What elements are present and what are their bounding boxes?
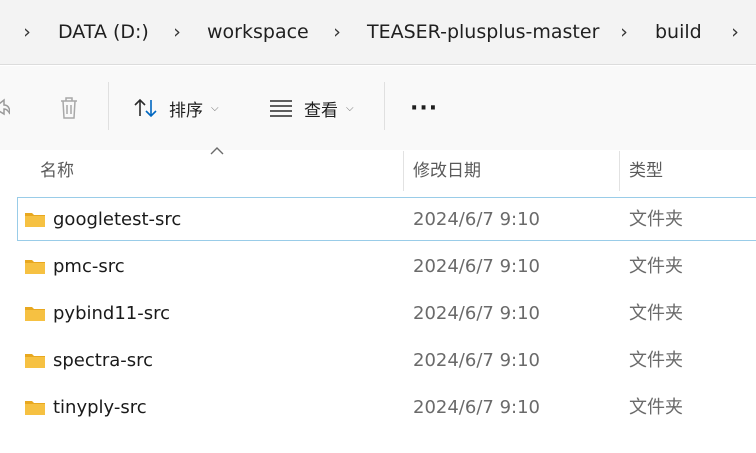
- folder-icon: [25, 354, 45, 368]
- file-type: 文件夹: [629, 303, 683, 324]
- file-name: pybind11-src: [53, 303, 171, 324]
- breadcrumb-item-workspace[interactable]: workspace: [207, 16, 309, 48]
- file-row[interactable]: pmc-src 2024/6/7 9:10 文件夹: [18, 245, 756, 289]
- file-type: 文件夹: [629, 256, 683, 277]
- share-icon[interactable]: [0, 96, 10, 118]
- chevron-right-icon[interactable]: ›: [20, 18, 34, 46]
- file-name: spectra-src: [53, 350, 154, 371]
- file-row[interactable]: spectra-src 2024/6/7 9:10 文件夹: [18, 339, 756, 383]
- file-date: 2024/6/7 9:10: [413, 350, 540, 371]
- chevron-right-icon[interactable]: ›: [728, 18, 742, 46]
- address-breadcrumb-bar: › DATA (D:) › workspace › TEASER-plusplu…: [0, 0, 756, 65]
- folder-icon: [25, 260, 45, 274]
- chevron-right-icon[interactable]: ›: [330, 18, 344, 46]
- sort-icon: [134, 98, 157, 118]
- file-row[interactable]: pybind11-src 2024/6/7 9:10 文件夹: [18, 292, 756, 336]
- file-date: 2024/6/7 9:10: [413, 303, 540, 324]
- file-row[interactable]: googletest-src 2024/6/7 9:10 文件夹: [17, 197, 756, 241]
- file-type: 文件夹: [629, 397, 683, 418]
- file-row[interactable]: tinyply-src 2024/6/7 9:10 文件夹: [18, 386, 756, 430]
- sort-button[interactable]: 排序 ⌵: [133, 92, 219, 124]
- file-type: 文件夹: [629, 350, 683, 371]
- file-name: pmc-src: [53, 256, 125, 277]
- view-list-icon: [270, 100, 292, 117]
- chevron-down-icon: ⌵: [211, 102, 219, 114]
- chevron-right-icon[interactable]: ›: [617, 18, 631, 46]
- folder-icon: [25, 213, 45, 227]
- more-icon: ···: [410, 95, 439, 121]
- file-name: tinyply-src: [53, 397, 147, 418]
- breadcrumb-item-data-drive[interactable]: DATA (D:): [58, 16, 149, 48]
- toolbar-divider: [384, 82, 385, 130]
- breadcrumb-item-build[interactable]: build: [655, 16, 702, 48]
- file-type: 文件夹: [629, 209, 683, 230]
- file-date: 2024/6/7 9:10: [413, 397, 540, 418]
- folder-icon: [25, 307, 45, 321]
- chevron-down-icon: ⌵: [346, 102, 354, 114]
- column-header-name[interactable]: 名称: [40, 151, 74, 191]
- column-separator[interactable]: [619, 151, 620, 191]
- column-header-type[interactable]: 类型: [629, 151, 663, 191]
- sort-label: 排序: [169, 100, 203, 121]
- view-button[interactable]: 查看 ⌵: [268, 92, 354, 124]
- sort-ascending-icon: [210, 147, 224, 155]
- column-header-date[interactable]: 修改日期: [413, 151, 481, 191]
- file-date: 2024/6/7 9:10: [413, 209, 540, 230]
- chevron-right-icon[interactable]: ›: [170, 18, 184, 46]
- file-name: googletest-src: [53, 209, 182, 230]
- more-options-button[interactable]: ···: [410, 92, 438, 124]
- file-date: 2024/6/7 9:10: [413, 256, 540, 277]
- breadcrumb-item-teaser[interactable]: TEASER-plusplus-master: [367, 16, 599, 48]
- delete-icon[interactable]: [57, 95, 81, 121]
- view-label: 查看: [304, 100, 338, 121]
- command-bar: 排序 ⌵ 查看 ⌵ ···: [0, 66, 756, 150]
- toolbar-divider: [108, 82, 109, 130]
- column-separator[interactable]: [403, 151, 404, 191]
- folder-icon: [25, 401, 45, 415]
